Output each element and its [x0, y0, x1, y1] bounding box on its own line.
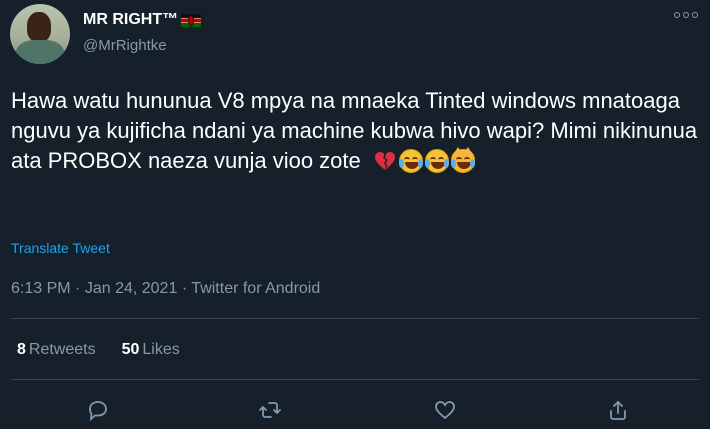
- author-handle[interactable]: @MrRightke: [83, 37, 167, 54]
- tweet-actions: [0, 394, 710, 429]
- retweets-label: Retweets: [28, 341, 96, 358]
- meta-separator: ·: [75, 280, 81, 297]
- tweet-body: Hawa watu hununua V8 mpya na mnaeka Tint…: [11, 88, 698, 173]
- tweet-date[interactable]: Jan 24, 2021: [85, 280, 178, 297]
- retweet-icon[interactable]: [258, 398, 282, 422]
- avatar[interactable]: [10, 4, 70, 64]
- cat-tears-of-joy-icon: [450, 147, 475, 173]
- tweet-meta: 6:13 PM · Jan 24, 2021 · Twitter for And…: [11, 280, 320, 298]
- kenya-flag-icon: [181, 13, 202, 27]
- avatar-head: [27, 12, 51, 42]
- avatar-body: [16, 40, 64, 64]
- reply-icon[interactable]: [86, 398, 110, 422]
- likes-count: 50: [121, 341, 140, 358]
- tears-of-joy-icon: [424, 149, 449, 173]
- emoji-row: [373, 147, 475, 173]
- likes-label: Likes: [142, 341, 180, 358]
- tweet-text: Hawa watu hununua V8 mpya na mnaeka Tint…: [11, 86, 701, 176]
- author-display-name[interactable]: MR RIGHT™: [83, 11, 202, 29]
- divider: [11, 318, 699, 319]
- tweet-time[interactable]: 6:13 PM: [11, 280, 71, 297]
- display-name-text: MR RIGHT™: [83, 11, 179, 28]
- retweets-stat[interactable]: 8 Retweets: [17, 341, 96, 359]
- meta-separator: ·: [181, 280, 188, 297]
- broken-heart-icon: [373, 149, 397, 173]
- tweet-client[interactable]: Twitter for Android: [191, 280, 320, 297]
- likes-stat[interactable]: 50 Likes: [122, 341, 180, 359]
- like-icon[interactable]: [433, 398, 457, 422]
- tweet-stats: 8 Retweets 50 Likes: [17, 341, 180, 359]
- divider: [11, 379, 699, 380]
- tears-of-joy-icon: [398, 149, 423, 173]
- more-options-icon[interactable]: [674, 12, 698, 18]
- retweets-count: 8: [17, 341, 26, 358]
- translate-tweet-link[interactable]: Translate Tweet: [11, 240, 110, 256]
- share-icon[interactable]: [606, 398, 630, 422]
